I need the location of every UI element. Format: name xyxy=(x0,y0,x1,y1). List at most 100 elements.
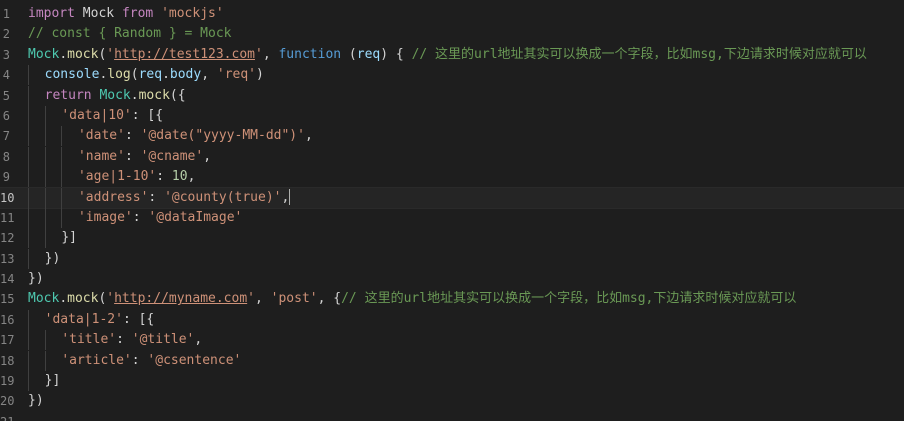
code-line[interactable]: 18 'article': '@csentence' xyxy=(0,350,904,371)
code-line[interactable]: 14}) xyxy=(0,269,904,289)
code-text[interactable]: // const { Random } = Mock xyxy=(28,24,232,44)
code-token: '@cname' xyxy=(140,148,204,164)
code-text[interactable]: 'article': '@csentence' xyxy=(28,350,242,371)
line-number: 16 xyxy=(0,312,15,327)
code-text[interactable]: }) xyxy=(28,248,60,269)
code-line[interactable]: 4 console.log(req.body, 'req') xyxy=(0,65,904,86)
code-token: : xyxy=(131,352,148,368)
code-text[interactable]: }) xyxy=(28,269,44,289)
code-line[interactable]: 3 Mock.mock ('http://test123.com', functio… xyxy=(0,45,904,65)
line-number: 6 xyxy=(2,108,10,123)
code-line[interactable]: 9 'age|1-10': 10, xyxy=(0,167,904,188)
code-token: 10 xyxy=(171,169,188,185)
code-line[interactable]: 17 'title': '@title', xyxy=(0,330,904,351)
code-line[interactable]: 20}) xyxy=(0,391,904,411)
code-text[interactable]: import Mock from 'mockjs' xyxy=(28,4,224,24)
line-number: 13 xyxy=(0,251,15,266)
code-text[interactable]: 'data|10': [{ xyxy=(28,105,164,126)
code-line[interactable]: 11 'image': '@dataImage' xyxy=(0,207,904,228)
code-token: , { xyxy=(317,291,342,307)
code-token: mock xyxy=(67,291,99,307)
code-token: }] xyxy=(44,373,61,389)
code-token: import xyxy=(28,6,75,21)
code-text[interactable]: }] xyxy=(28,228,77,249)
line-number: 19 xyxy=(0,374,15,389)
code-line[interactable]: 8 'name': '@cname', xyxy=(0,146,904,167)
code-token: ' xyxy=(255,46,263,62)
code-token: : xyxy=(124,148,141,164)
code-token: : xyxy=(156,169,172,185)
code-token: : [{ xyxy=(131,107,164,123)
code-text[interactable]: }) xyxy=(28,391,44,411)
code-text[interactable]: return Mock.mock({ xyxy=(28,85,186,106)
code-token: 'image' xyxy=(77,209,133,225)
code-token: , xyxy=(281,189,290,205)
code-line[interactable]: 1 import Mock from 'mockjs' xyxy=(0,4,904,24)
code-token: 'data|1-2' xyxy=(44,311,123,327)
code-text[interactable]: 'image': '@dataImage' xyxy=(28,207,243,228)
code-token: ({ xyxy=(169,87,186,103)
code-line[interactable]: 13 }) xyxy=(0,248,904,269)
code-text[interactable]: 'name': '@cname', xyxy=(28,146,211,167)
code-token: function xyxy=(278,46,342,62)
code-line[interactable]: 5 return Mock.mock({ xyxy=(0,85,904,106)
code-token: ' xyxy=(106,291,115,307)
code-comment: // 这里的url地址其实可以换成一个字段，比如msg,下边请求时候对应就可以 xyxy=(411,46,867,62)
line-number: 8 xyxy=(2,149,10,164)
code-line[interactable]: 6 'data|10': [{ xyxy=(0,105,904,126)
code-editor[interactable]: 1 import Mock from 'mockjs' 2 // const { Ra… xyxy=(0,0,904,421)
code-token: from xyxy=(121,6,154,21)
line-number: 9 xyxy=(2,170,10,185)
url-link[interactable]: http://myname.com xyxy=(114,291,247,306)
code-text[interactable]: 'date': '@date("yyyy-MM-dd")', xyxy=(28,126,313,147)
code-token: }) xyxy=(28,271,44,287)
line-number: 18 xyxy=(0,353,15,368)
code-line[interactable]: 19 }] xyxy=(0,371,904,392)
code-token: body xyxy=(169,67,202,83)
code-text[interactable]: 'data|1-2': [{ xyxy=(28,309,155,330)
code-text[interactable]: Mock.mock ('http://test123.com', function… xyxy=(28,45,867,65)
code-token: '@csentence' xyxy=(147,352,242,368)
code-token: . xyxy=(59,291,68,307)
code-line[interactable]: 16 'data|1-2': [{ xyxy=(0,309,904,330)
code-line[interactable]: 2 // const { Random } = Mock xyxy=(0,24,904,44)
code-token: Mock xyxy=(28,291,60,307)
code-token: ( xyxy=(130,67,139,83)
code-text[interactable]: console.log(req.body, 'req') xyxy=(28,65,264,86)
code-token: 'title' xyxy=(61,332,117,348)
code-text[interactable]: 'title': '@title', xyxy=(28,330,202,351)
code-token: 'date' xyxy=(77,128,125,144)
code-line[interactable]: 12 }] xyxy=(0,228,904,249)
line-number: 17 xyxy=(0,333,15,348)
code-text[interactable]: Mock.mock('http://myname.com', 'post', {… xyxy=(28,289,796,309)
code-token: : xyxy=(116,332,132,348)
code-line[interactable]: 10 'address': '@county(true)', xyxy=(0,186,904,209)
code-text[interactable]: 'address': '@county(true)', xyxy=(28,187,291,208)
url-link[interactable]: http://test123.com xyxy=(114,47,255,62)
code-token: : xyxy=(124,128,141,144)
code-line[interactable]: 7 'date': '@date("yyyy-MM-dd")', xyxy=(0,126,904,147)
code-token: '@dataImage' xyxy=(148,209,243,225)
code-token: : [{ xyxy=(122,311,155,327)
line-number: 3 xyxy=(2,47,10,62)
editor-lines[interactable]: 1 import Mock from 'mockjs' 2 // const { Ra… xyxy=(0,4,904,421)
code-comment: // 这里的url地址其实可以换成一个字段，比如msg,下边请求时候对应就可以 xyxy=(341,291,797,307)
code-token: log xyxy=(107,67,131,83)
code-line[interactable]: 21 xyxy=(0,412,904,421)
code-line[interactable]: 15 Mock.mock('http://myname.com', 'post',… xyxy=(0,289,904,309)
code-text[interactable]: }] xyxy=(28,371,61,392)
code-text[interactable]: 'age|1-10': 10, xyxy=(28,167,195,188)
code-token: , xyxy=(201,67,217,83)
code-token: : xyxy=(148,189,165,205)
code-token: 'age|1-10' xyxy=(77,169,157,185)
